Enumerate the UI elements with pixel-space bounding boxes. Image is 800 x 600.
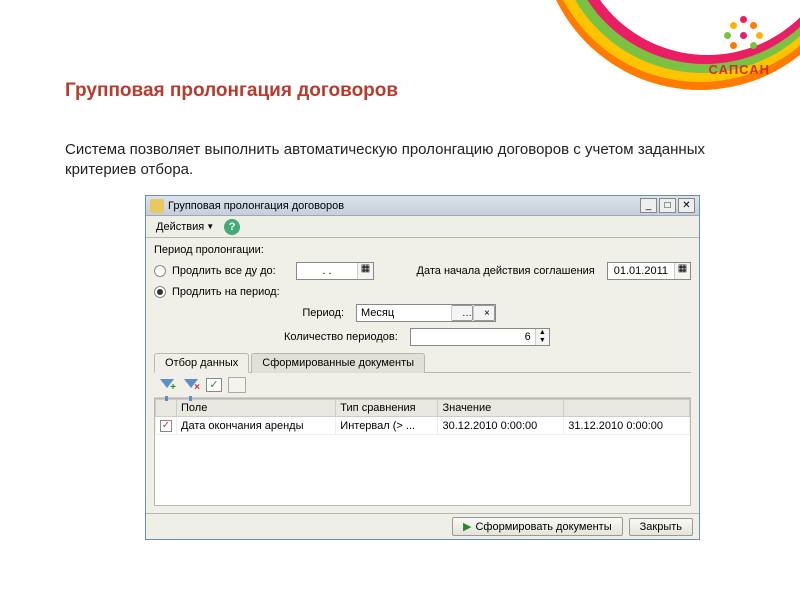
- window-icon: [150, 199, 164, 213]
- clear-icon[interactable]: ×: [473, 305, 495, 321]
- close-button[interactable]: Закрыть: [629, 518, 693, 536]
- col-field[interactable]: Поле: [177, 400, 336, 417]
- calendar-icon[interactable]: ▦: [357, 263, 373, 279]
- tab-filter[interactable]: Отбор данных: [154, 353, 249, 373]
- slide-title: Групповая пролонгация договоров: [65, 80, 398, 102]
- period-count-spinner[interactable]: 6 ▲ ▼: [410, 328, 550, 346]
- window-footer: ▶ Сформировать документы Закрыть: [146, 513, 699, 539]
- generate-docs-button[interactable]: ▶ Сформировать документы: [452, 517, 623, 536]
- spin-down-icon[interactable]: ▼: [535, 337, 549, 345]
- menubar: Действия ▼ ?: [146, 216, 699, 238]
- row-checkbox[interactable]: ✓: [160, 420, 172, 432]
- radio-extend-period-label: Продлить на период:: [172, 286, 290, 298]
- calendar-icon[interactable]: ▦: [674, 263, 690, 279]
- play-icon: ▶: [463, 520, 471, 533]
- actions-menu[interactable]: Действия ▼: [150, 219, 220, 235]
- chevron-down-icon: ▼: [206, 222, 214, 231]
- agreement-start-date-input[interactable]: 01.01.2011 ▦: [607, 262, 691, 280]
- col-value2[interactable]: [564, 400, 690, 417]
- form-area: Период пролонгации: Продлить все ду до: …: [146, 238, 699, 512]
- period-combo[interactable]: Месяц … ×: [356, 304, 496, 322]
- help-icon[interactable]: ?: [224, 219, 240, 235]
- actions-menu-label: Действия: [156, 221, 204, 233]
- radio-extend-until-label: Продлить все ду до:: [172, 265, 290, 277]
- window-title: Групповая пролонгация договоров: [168, 200, 640, 212]
- spin-up-icon[interactable]: ▲: [535, 329, 549, 337]
- slide-brand-header: САПСАН: [500, 0, 800, 120]
- tab-generated-docs[interactable]: Сформированные документы: [251, 353, 425, 373]
- extend-until-date-input[interactable]: . . ▦: [296, 262, 374, 280]
- period-count-label: Количество периодов:: [284, 331, 398, 343]
- toggle-check-button[interactable]: ✓: [206, 378, 222, 392]
- agreement-start-label: Дата начала действия соглашения: [417, 265, 595, 277]
- minimize-button[interactable]: _: [640, 198, 657, 213]
- prolongation-section-label: Период пролонгации:: [154, 244, 691, 256]
- filter-grid[interactable]: Поле Тип сравнения Значение ✓ Дата оконч…: [154, 398, 691, 506]
- radio-extend-until[interactable]: [154, 265, 166, 277]
- radio-extend-period[interactable]: [154, 286, 166, 298]
- col-check: [156, 400, 177, 417]
- brand-logo-dots: [720, 12, 770, 62]
- close-window-button[interactable]: ✕: [678, 198, 695, 213]
- add-filter-button[interactable]: +: [158, 377, 176, 393]
- brand-name: САПСАН: [709, 62, 770, 77]
- slide-description: Система позволяет выполнить автоматическ…: [65, 140, 705, 181]
- tab-bar: Отбор данных Сформированные документы: [154, 352, 691, 373]
- filter-row[interactable]: ✓ Дата окончания аренды Интервал (> ... …: [156, 417, 690, 435]
- filter-toolbar: + × ✓: [154, 373, 691, 398]
- maximize-button[interactable]: □: [659, 198, 676, 213]
- ellipsis-icon[interactable]: …: [451, 305, 473, 321]
- app-window: Групповая пролонгация договоров _ □ ✕ Де…: [145, 195, 700, 540]
- window-titlebar[interactable]: Групповая пролонгация договоров _ □ ✕: [146, 196, 699, 216]
- more-filter-button[interactable]: [228, 377, 246, 393]
- col-value1[interactable]: Значение: [438, 400, 564, 417]
- remove-filter-button[interactable]: ×: [182, 377, 200, 393]
- period-label: Период:: [284, 307, 344, 319]
- col-compare[interactable]: Тип сравнения: [336, 400, 438, 417]
